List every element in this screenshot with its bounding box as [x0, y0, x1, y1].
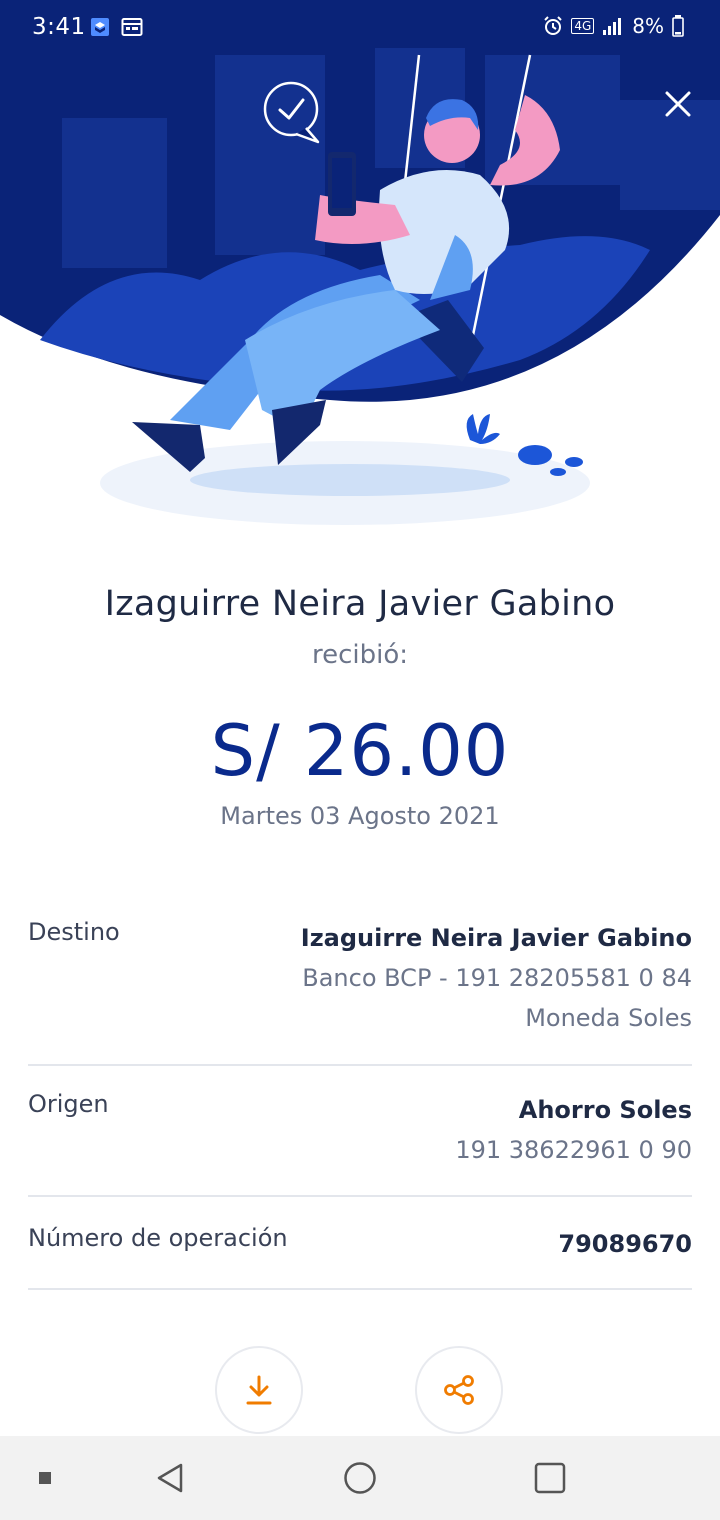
divider	[28, 1195, 692, 1197]
success-illustration	[0, 0, 720, 525]
destination-currency: Moneda Soles	[525, 1004, 692, 1032]
destination-bank-account: Banco BCP - 191 28205581 0 84	[302, 964, 692, 992]
origin-account-number: 191 38622961 0 90	[455, 1136, 692, 1164]
status-time: 3:41	[32, 14, 86, 40]
close-button[interactable]	[656, 82, 700, 126]
divider	[28, 1064, 692, 1066]
transfer-amount: S/ 26.00	[210, 710, 510, 792]
destination-row: Destino Izaguirre Neira Javier Gabino Ba…	[28, 918, 692, 1048]
divider	[28, 1288, 692, 1290]
destination-name: Izaguirre Neira Javier Gabino	[300, 924, 692, 952]
back-triangle-icon	[157, 1463, 183, 1493]
operation-values: 79089670	[558, 1224, 692, 1264]
origin-account-type: Ahorro Soles	[518, 1096, 692, 1124]
origin-row: Origen Ahorro Soles 191 38622961 0 90	[28, 1090, 692, 1180]
share-button[interactable]	[415, 1346, 503, 1434]
received-label: recibió:	[311, 640, 409, 670]
origin-values: Ahorro Soles 191 38622961 0 90	[455, 1090, 692, 1170]
alarm-icon	[544, 16, 563, 35]
origin-label: Origen	[28, 1090, 109, 1118]
nav-back-button[interactable]	[140, 1436, 200, 1520]
calendar-notification-icon	[121, 18, 143, 36]
recipient-name: Izaguirre Neira Javier Gabino	[104, 584, 616, 624]
app-notification-icon	[91, 18, 109, 36]
destination-values: Izaguirre Neira Javier Gabino Banco BCP …	[301, 918, 692, 1038]
network-type-badge: 4G	[571, 18, 595, 34]
battery-icon	[672, 15, 684, 37]
operation-row: Número de operación 79089670	[28, 1224, 692, 1268]
status-bar: 3:41 4G 8%	[0, 0, 720, 56]
battery-percent: 8%	[632, 14, 664, 38]
nav-home-button[interactable]	[330, 1436, 390, 1520]
nav-recents-button[interactable]	[520, 1436, 580, 1520]
transfer-date: Martes 03 Agosto 2021	[220, 802, 500, 830]
download-icon	[246, 1375, 272, 1405]
destination-label: Destino	[28, 918, 120, 946]
operation-label: Número de operación	[28, 1224, 288, 1252]
share-icon	[444, 1375, 474, 1405]
home-circle-icon	[344, 1462, 376, 1494]
close-icon	[665, 91, 691, 117]
nav-menu-button[interactable]	[30, 1436, 60, 1520]
system-nav-bar	[0, 1436, 720, 1520]
operation-number: 79089670	[558, 1230, 692, 1258]
signal-icon	[603, 18, 622, 35]
small-square-icon	[39, 1472, 51, 1484]
download-button[interactable]	[215, 1346, 303, 1434]
status-indicators: 4G 8%	[543, 14, 684, 38]
recents-square-icon	[534, 1462, 566, 1494]
